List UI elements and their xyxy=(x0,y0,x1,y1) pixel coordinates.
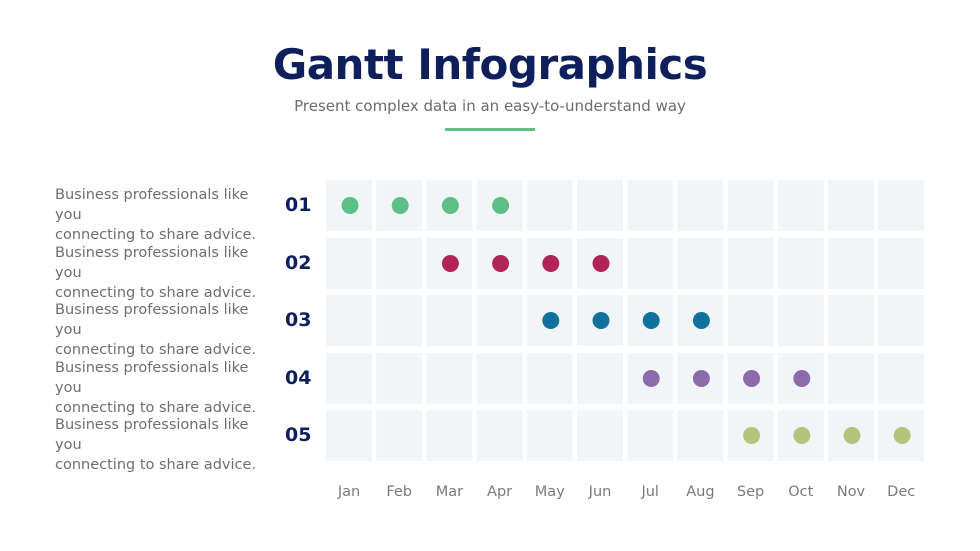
task-dot-03-jun xyxy=(592,312,610,329)
grid-cell xyxy=(828,295,874,346)
task-dot-03-jul xyxy=(642,312,660,329)
grid-cell xyxy=(828,180,874,231)
grid-cell xyxy=(677,410,724,461)
grid-cell xyxy=(326,295,372,346)
grid-cell xyxy=(376,353,423,404)
task-dot-04-jul xyxy=(642,370,660,387)
task-dot-05-sep xyxy=(743,427,761,444)
grid-cell xyxy=(777,180,824,231)
grid-cell xyxy=(577,410,623,461)
grid-cell xyxy=(326,353,372,404)
task-dot-05-oct xyxy=(793,427,811,444)
grid-cell xyxy=(727,180,774,231)
grid-cell xyxy=(526,353,573,404)
grid-cell xyxy=(476,295,523,346)
grid-cell xyxy=(326,238,372,289)
task-dot-01-mar xyxy=(441,197,459,214)
grid-cell xyxy=(627,180,674,231)
task-dot-05-nov xyxy=(843,427,861,444)
grid-cell xyxy=(426,410,473,461)
task-dot-01-feb xyxy=(391,197,409,214)
task-dot-02-mar xyxy=(441,255,459,272)
task-dot-01-apr xyxy=(492,197,510,214)
grid-cell xyxy=(777,295,824,346)
task-dot-04-oct xyxy=(793,370,811,387)
grid-cell xyxy=(878,238,925,289)
grid-cell xyxy=(627,410,674,461)
task-dot-05-dec xyxy=(893,427,911,444)
task-dot-03-aug xyxy=(692,312,710,329)
grid-cell xyxy=(476,353,523,404)
grid-cell xyxy=(727,238,774,289)
grid-cell xyxy=(426,295,473,346)
task-dot-02-jun xyxy=(592,255,610,272)
grid-cell xyxy=(828,353,874,404)
task-dot-02-apr xyxy=(492,255,510,272)
task-dot-04-sep xyxy=(743,370,761,387)
grid-cell xyxy=(677,238,724,289)
grid-cell xyxy=(577,353,623,404)
task-dot-02-may xyxy=(542,255,560,272)
gantt-grid xyxy=(326,180,925,461)
grid-cell xyxy=(326,410,372,461)
grid-cell xyxy=(526,180,573,231)
grid-cell xyxy=(476,410,523,461)
grid-cell xyxy=(677,180,724,231)
grid-cell xyxy=(878,180,925,231)
grid-cell xyxy=(376,238,423,289)
grid-cell xyxy=(426,353,473,404)
grid-cell xyxy=(526,410,573,461)
grid-cell xyxy=(577,180,623,231)
grid-cell xyxy=(878,353,925,404)
grid-cell xyxy=(727,295,774,346)
grid-cell xyxy=(376,410,423,461)
task-dot-03-may xyxy=(542,312,560,329)
grid-cell xyxy=(878,295,925,346)
grid-cell xyxy=(828,238,874,289)
grid-cell xyxy=(777,238,824,289)
grid-cell xyxy=(627,238,674,289)
grid-cell xyxy=(376,295,423,346)
task-dot-04-aug xyxy=(692,370,710,387)
task-dot-01-jan xyxy=(341,197,359,214)
